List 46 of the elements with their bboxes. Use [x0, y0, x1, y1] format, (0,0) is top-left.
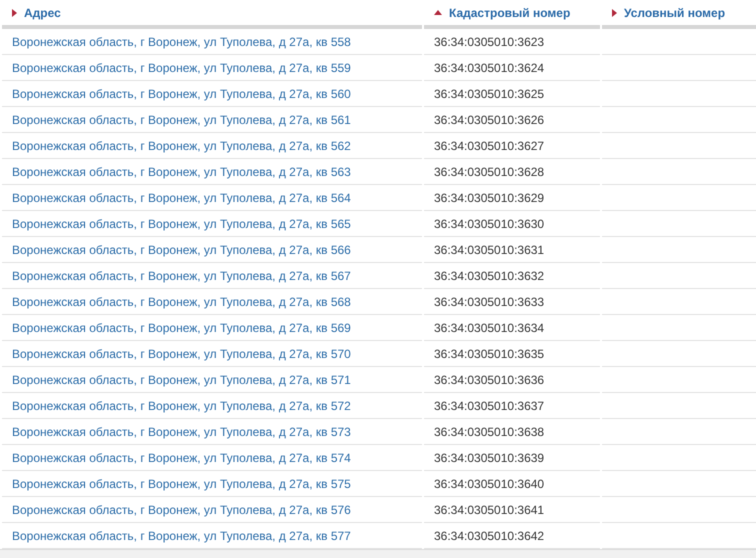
address-link[interactable]: Воронежская область, г Воронеж, ул Туполева, д 27а, кв 577: [12, 528, 351, 542]
cadastral-number: 36:34:0305010:3636: [434, 372, 544, 386]
column-header-label: Условный номер: [624, 6, 726, 20]
column-header-label: Адрес: [24, 6, 61, 20]
address-link[interactable]: Воронежская область, г Воронеж, ул Туполева, д 27а, кв 576: [12, 502, 351, 516]
address-link[interactable]: Воронежская область, г Воронеж, ул Туполева, д 27а, кв 572: [12, 398, 351, 412]
cadastral-number: 36:34:0305010:3630: [434, 216, 544, 230]
cadastral-number: 36:34:0305010:3627: [434, 138, 544, 152]
column-header[interactable]: Условный номер: [602, 0, 756, 29]
address-link[interactable]: Воронежская область, г Воронеж, ул Туполева, д 27а, кв 566: [12, 242, 351, 256]
address-link[interactable]: Воронежская область, г Воронеж, ул Туполева, д 27а, кв 568: [12, 294, 351, 308]
cadastral-number: 36:34:0305010:3634: [434, 320, 544, 334]
cadastral-number: 36:34:0305010:3625: [434, 86, 544, 100]
address-link[interactable]: Воронежская область, г Воронеж, ул Туполева, д 27а, кв 571: [12, 372, 351, 386]
cadastral-number: 36:34:0305010:3638: [434, 424, 544, 438]
address-link[interactable]: Воронежская область, г Воронеж, ул Туполева, д 27а, кв 564: [12, 190, 351, 204]
cadastral-number: 36:34:0305010:3626: [434, 112, 544, 126]
cadastral-number: 36:34:0305010:3631: [434, 242, 544, 256]
cadastral-number: 36:34:0305010:3641: [434, 502, 544, 516]
address-link[interactable]: Воронежская область, г Воронеж, ул Туполева, д 27а, кв 559: [12, 60, 351, 74]
address-link[interactable]: Воронежская область, г Воронеж, ул Туполева, д 27а, кв 570: [12, 346, 351, 360]
column-header[interactable]: Адрес: [2, 0, 422, 29]
address-link[interactable]: Воронежская область, г Воронеж, ул Туполева, д 27а, кв 569: [12, 320, 351, 334]
address-link[interactable]: Воронежская область, г Воронеж, ул Туполева, д 27а, кв 562: [12, 138, 351, 152]
cadastral-number: 36:34:0305010:3640: [434, 476, 544, 490]
cadastral-number: 36:34:0305010:3633: [434, 294, 544, 308]
address-link[interactable]: Воронежская область, г Воронеж, ул Туполева, д 27а, кв 573: [12, 424, 351, 438]
cadastral-number: 36:34:0305010:3642: [434, 528, 544, 542]
cadastral-number: 36:34:0305010:3623: [434, 34, 544, 48]
address-link[interactable]: Воронежская область, г Воронеж, ул Туполева, д 27а, кв 575: [12, 476, 351, 490]
address-link[interactable]: Воронежская область, г Воронеж, ул Туполева, д 27а, кв 567: [12, 268, 351, 282]
column-header[interactable]: Кадастровый номер: [424, 0, 600, 29]
address-link[interactable]: Воронежская область, г Воронеж, ул Туполева, д 27а, кв 563: [12, 164, 351, 178]
cadastral-number: 36:34:0305010:3635: [434, 346, 544, 360]
address-link[interactable]: Воронежская область, г Воронеж, ул Туполева, д 27а, кв 560: [12, 86, 351, 100]
cadastral-number: 36:34:0305010:3628: [434, 164, 544, 178]
cadastral-number: 36:34:0305010:3639: [434, 450, 544, 464]
column-header-label: Кадастровый номер: [449, 6, 570, 20]
address-link[interactable]: Воронежская область, г Воронеж, ул Туполева, д 27а, кв 561: [12, 112, 351, 126]
address-link[interactable]: Воронежская область, г Воронеж, ул Туполева, д 27а, кв 558: [12, 34, 351, 48]
cadastral-number: 36:34:0305010:3632: [434, 268, 544, 282]
cadastral-number: 36:34:0305010:3629: [434, 190, 544, 204]
cadastral-number: 36:34:0305010:3637: [434, 398, 544, 412]
cadastral-number: 36:34:0305010:3624: [434, 60, 544, 74]
address-link[interactable]: Воронежская область, г Воронеж, ул Туполева, д 27а, кв 565: [12, 216, 351, 230]
address-link[interactable]: Воронежская область, г Воронеж, ул Туполева, д 27а, кв 574: [12, 450, 351, 464]
